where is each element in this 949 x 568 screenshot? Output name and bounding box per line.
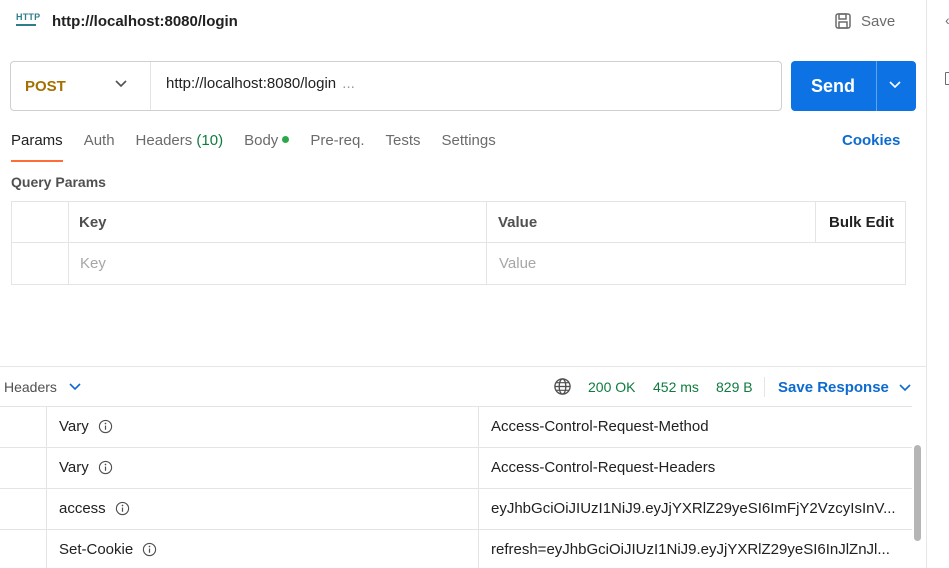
url-overflow-indicator: ... [342,75,355,92]
method-label: POST [25,77,66,95]
send-button[interactable]: Send [791,61,916,111]
response-headers-table: Vary Access-Control-Request-Method Vary … [0,406,912,568]
tab-auth[interactable]: Auth [84,130,115,162]
body-indicator-dot [282,136,290,143]
response-size[interactable]: 829 B [716,379,753,395]
chevron-down-icon[interactable] [889,81,901,89]
header-value: Access-Control-Request-Method [491,418,709,435]
headers-count: (10) [196,132,224,149]
table-row: Vary Access-Control-Request-Headers [0,448,912,489]
tab-body[interactable]: Body [244,130,290,162]
save-button[interactable]: Save [834,10,895,32]
method-select[interactable]: POST [11,62,151,110]
key-input[interactable]: Key [80,255,106,272]
tab-params[interactable]: Params [11,130,63,162]
request-bar: POST http://localhost:8080/login ... [10,61,782,111]
collapse-icon[interactable]: ‹ [945,12,949,28]
document-icon[interactable] [945,72,949,85]
table-row: Set-Cookie refresh=eyJhbGciOiJIUzI1NiJ9.… [0,530,912,568]
tab-tests[interactable]: Tests [386,130,421,162]
save-label: Save [861,12,896,30]
send-label: Send [811,76,856,96]
right-sidebar: ‹ [926,0,949,568]
info-icon[interactable] [142,542,157,557]
response-bar: Headers 200 OK 452 ms 829 B Save Respons… [0,367,926,407]
save-icon [835,13,851,29]
query-params-title: Query Params [11,174,106,190]
info-icon[interactable] [115,501,130,516]
status-badge[interactable]: 200 OK [588,379,635,395]
info-icon[interactable] [98,460,113,475]
header-key: Vary [59,418,89,435]
http-request-icon: HTTP [14,12,40,30]
header-key: Set-Cookie [59,541,134,558]
scrollbar[interactable] [914,445,921,541]
table-row: access eyJhbGciOiJIUzI1NiJ9.eyJjYXRlZ29y… [0,489,912,530]
table-row: Key Value [12,243,905,284]
table-row: Vary Access-Control-Request-Method [0,407,912,448]
header-key: access [59,500,106,517]
header-value: Access-Control-Request-Headers [491,459,716,476]
tab-headers[interactable]: Headers (10) [136,130,224,162]
header-value: eyJhbGciOiJIUzI1NiJ9.eyJjYXRlZ29yeSI6ImF… [491,500,896,517]
url-text: http://localhost:8080/login [166,75,337,92]
request-tabs: Params Auth Headers (10) Body Pre-req. T… [11,130,517,162]
chevron-down-icon [115,80,127,88]
response-view-select[interactable]: Headers [4,379,81,395]
value-input[interactable]: Value [499,255,536,272]
save-response-label: Save Response [778,379,889,396]
cookies-link[interactable]: Cookies [842,132,900,149]
value-column-header: Value [498,214,538,231]
key-column-header: Key [79,214,107,231]
url-input[interactable]: http://localhost:8080/login ... [166,75,355,92]
bulk-edit-button[interactable]: Bulk Edit [829,214,894,231]
header-key: Vary [59,459,89,476]
tab-settings[interactable]: Settings [442,130,496,162]
query-params-table: Key Value Bulk Edit Key Value [11,201,906,285]
response-time[interactable]: 452 ms [653,379,699,395]
chevron-down-icon [69,383,81,391]
save-response-button[interactable]: Save Response [778,379,911,396]
tab-pre-request[interactable]: Pre-req. [310,130,364,162]
header-value: refresh=eyJhbGciOiJIUzI1NiJ9.eyJjYXRlZ29… [491,541,890,558]
globe-icon[interactable] [553,377,572,396]
table-header-row: Key Value Bulk Edit [12,202,905,243]
info-icon[interactable] [98,419,113,434]
request-title: http://localhost:8080/login [52,13,238,30]
response-view-label: Headers [4,379,57,395]
chevron-down-icon [899,383,911,391]
title-bar: HTTP http://localhost:8080/login Save [0,0,926,44]
